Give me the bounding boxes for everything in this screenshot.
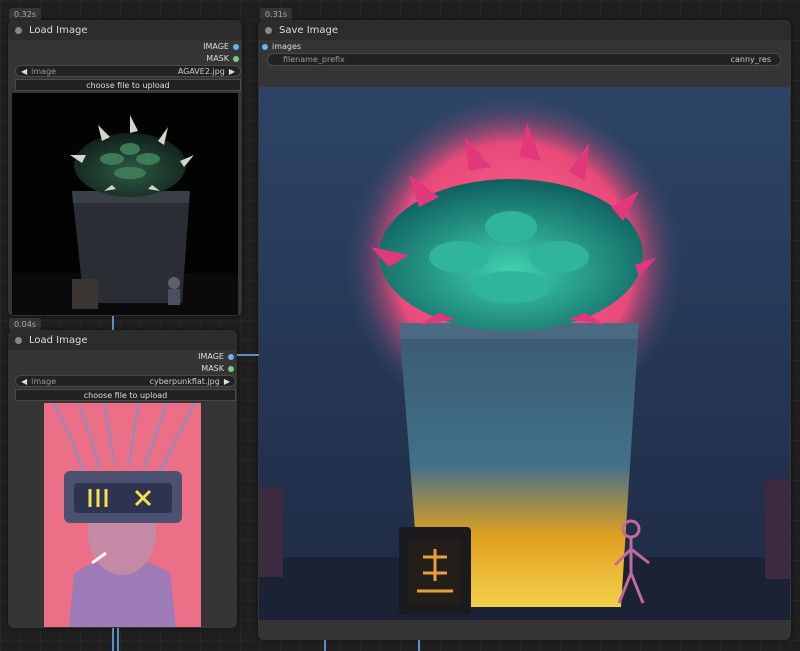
image-preview bbox=[12, 93, 238, 315]
wire bbox=[112, 316, 114, 330]
image-socket-icon[interactable] bbox=[262, 43, 268, 50]
output-label: MASK bbox=[201, 364, 224, 373]
node-title: Load Image bbox=[29, 334, 88, 346]
result-image bbox=[259, 87, 790, 620]
cyberpunk-illustration bbox=[44, 403, 201, 627]
left-arrow-icon[interactable]: ◀ bbox=[21, 67, 27, 76]
output-label: MASK bbox=[206, 54, 229, 63]
collapse-dot-icon[interactable] bbox=[15, 26, 22, 34]
wire bbox=[324, 640, 326, 651]
image-combo[interactable]: ◀ image AGAVE2.jpg ▶ bbox=[15, 65, 241, 77]
wire bbox=[418, 640, 420, 651]
input-label: images bbox=[272, 42, 302, 51]
mask-socket-icon[interactable] bbox=[228, 365, 234, 372]
right-arrow-icon[interactable]: ▶ bbox=[224, 377, 230, 386]
widget-label: filename_prefix bbox=[283, 55, 345, 64]
output-label: IMAGE bbox=[198, 352, 224, 361]
wire bbox=[237, 354, 259, 356]
upload-button[interactable]: choose file to upload bbox=[15, 389, 236, 401]
input-images: images bbox=[262, 42, 301, 51]
node-header[interactable]: Load Image bbox=[8, 330, 237, 350]
upload-button[interactable]: choose file to upload bbox=[15, 79, 241, 91]
output-mask: MASK bbox=[201, 364, 234, 373]
collapse-dot-icon[interactable] bbox=[265, 26, 272, 34]
output-label: IMAGE bbox=[203, 42, 229, 51]
load-image-node-2[interactable]: Load Image IMAGE MASK ◀ image cyberpunkf… bbox=[8, 330, 237, 628]
save-image-node[interactable]: Save Image images filename_prefix canny_… bbox=[258, 20, 791, 640]
node-title: Load Image bbox=[29, 24, 88, 36]
widget-value: cyberpunkflat.jpg bbox=[149, 376, 220, 386]
collapse-dot-icon[interactable] bbox=[15, 336, 22, 344]
filename-prefix-field[interactable]: filename_prefix canny_res bbox=[267, 53, 781, 66]
mask-socket-icon[interactable] bbox=[233, 55, 239, 62]
image-combo[interactable]: ◀ image cyberpunkflat.jpg ▶ bbox=[15, 375, 236, 387]
widget-value: AGAVE2.jpg bbox=[177, 66, 225, 76]
left-arrow-icon[interactable]: ◀ bbox=[21, 377, 27, 386]
node-header[interactable]: Load Image bbox=[8, 20, 242, 40]
widget-label: image bbox=[31, 66, 57, 76]
node-title: Save Image bbox=[279, 24, 339, 36]
widget-label: image bbox=[31, 376, 57, 386]
wire bbox=[117, 628, 119, 651]
output-image: IMAGE bbox=[203, 42, 239, 51]
output-image: IMAGE bbox=[198, 352, 234, 361]
image-socket-icon[interactable] bbox=[228, 353, 234, 360]
widget-value: canny_res bbox=[730, 55, 771, 64]
agave-photo bbox=[12, 93, 238, 315]
output-preview bbox=[259, 87, 790, 620]
image-socket-icon[interactable] bbox=[233, 43, 239, 50]
right-arrow-icon[interactable]: ▶ bbox=[229, 67, 235, 76]
image-preview bbox=[44, 403, 201, 627]
load-image-node-1[interactable]: Load Image IMAGE MASK ◀ image AGAVE2.jpg… bbox=[8, 20, 242, 316]
wire bbox=[112, 628, 114, 651]
output-mask: MASK bbox=[206, 54, 239, 63]
node-header[interactable]: Save Image bbox=[258, 20, 791, 40]
